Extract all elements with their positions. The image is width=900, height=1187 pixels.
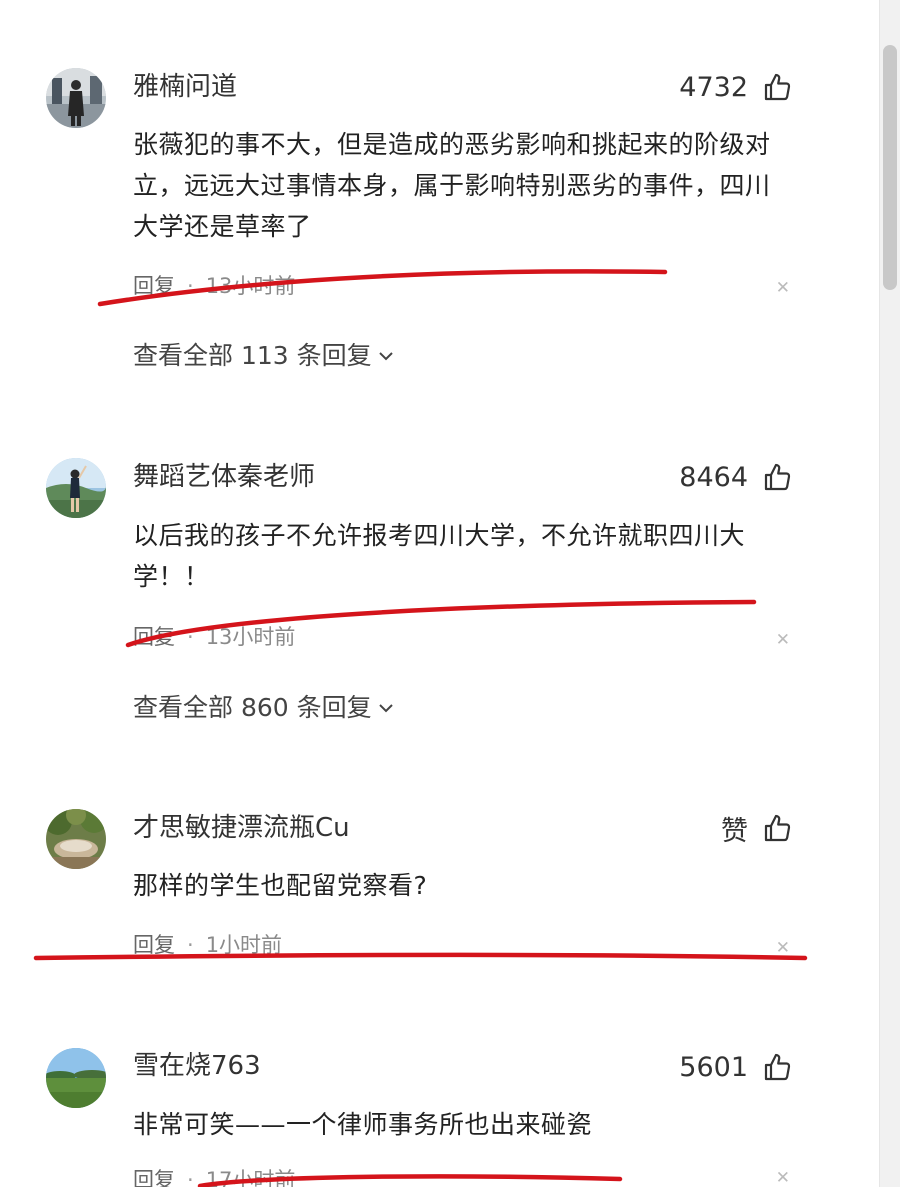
comment-item: 雪在烧763 5601 非常可笑——一个律师事务所也出来碰瓷 回复 · 17小时前 …	[0, 0, 880, 1187]
separator-dot: ·	[187, 1168, 194, 1187]
thumbs-up-icon[interactable]	[762, 1052, 792, 1082]
reply-button[interactable]: 回复	[133, 1168, 175, 1187]
like-count[interactable]: 5601	[679, 1050, 792, 1084]
username[interactable]: 雪在烧763	[133, 1049, 261, 1083]
scrollbar[interactable]	[879, 0, 900, 1187]
avatar[interactable]	[46, 1048, 106, 1108]
comment-section: 雅楠问道 4732 张薇犯的事不大，但是造成的恶劣影响和挑起来的阶级对立，远远大…	[0, 0, 900, 1187]
scrollbar-thumb[interactable]	[883, 45, 897, 290]
like-count-value: 5601	[679, 1051, 748, 1083]
close-icon[interactable]: ✕	[776, 1168, 790, 1187]
comment-meta: 回复 · 17小时前	[133, 1166, 295, 1187]
comment-text: 非常可笑——一个律师事务所也出来碰瓷	[133, 1110, 593, 1139]
timestamp: 17小时前	[205, 1168, 296, 1187]
